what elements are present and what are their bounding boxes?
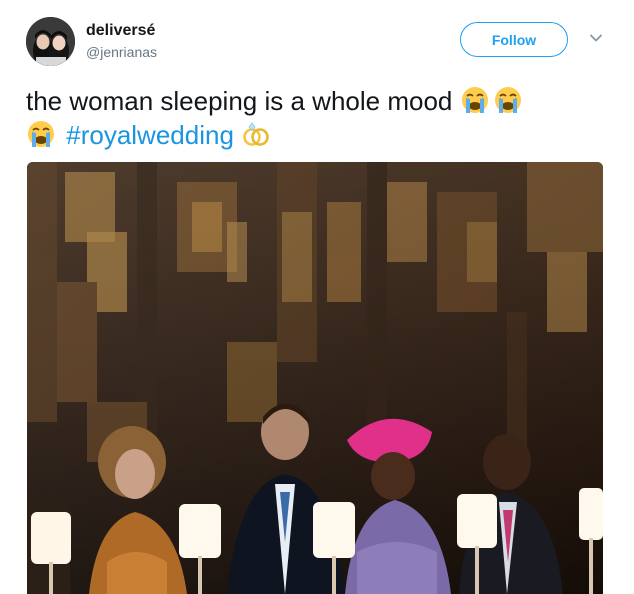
display-name[interactable]: deliversé: [86, 21, 157, 41]
hashtag-link[interactable]: #royalwedding: [66, 120, 234, 150]
user-handle[interactable]: @jenrianas: [86, 43, 157, 61]
profile-photo-avatar-icon: [26, 17, 75, 66]
tweet-text-line: the woman sleeping is a whole mood: [26, 86, 453, 116]
loudly-crying-face-icon: [494, 87, 521, 113]
user-names: deliversé @jenrianas: [86, 21, 157, 61]
tweet-card: deliversé @jenrianas Follow the woman sl…: [0, 0, 634, 594]
rings-icon: [243, 122, 269, 146]
loudly-crying-face-icon: [461, 87, 488, 113]
chevron-down-icon[interactable]: [587, 29, 605, 47]
follow-button[interactable]: Follow: [460, 22, 568, 57]
loudly-crying-face-icon: [28, 121, 54, 147]
tweet-text: the woman sleeping is a whole mood #roya…: [26, 84, 606, 152]
tweet-photo[interactable]: [27, 162, 603, 594]
avatar[interactable]: [26, 17, 75, 66]
wedding-guests-photo: [27, 162, 603, 594]
tweet-header: deliversé @jenrianas Follow: [26, 17, 616, 67]
